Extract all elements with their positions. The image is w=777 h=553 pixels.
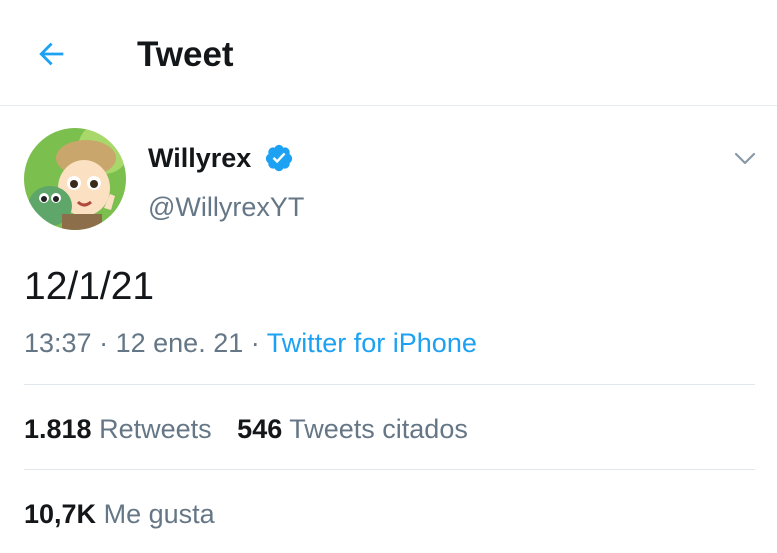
arrow-left-icon xyxy=(39,42,64,66)
likes-label: Me gusta xyxy=(103,499,215,529)
stats-row-shares: 1.818 Retweets 546 Tweets citados xyxy=(24,412,468,446)
verified-badge-icon xyxy=(264,143,294,173)
page-title: Tweet xyxy=(137,35,234,74)
author-display-name[interactable]: Willyrex xyxy=(148,141,251,175)
avatar[interactable] xyxy=(24,128,126,230)
retweets-label: Retweets xyxy=(99,414,212,444)
retweets-stat[interactable]: 1.818 Retweets xyxy=(24,414,212,444)
meta-separator: · xyxy=(99,328,109,358)
tweet-meta: 13:37 · 12 ene. 21 · Twitter for iPhone xyxy=(24,326,477,360)
tweet-menu-button[interactable] xyxy=(728,144,762,174)
tweet-source-link[interactable]: Twitter for iPhone xyxy=(267,328,477,358)
tweet-text: 12/1/21 xyxy=(24,265,155,308)
tweet-date: 12 ene. 21 xyxy=(115,328,244,358)
quotes-count: 546 xyxy=(237,414,283,444)
meta-separator: · xyxy=(250,328,260,358)
author-handle[interactable]: @WillyrexYT xyxy=(148,190,304,224)
back-button[interactable] xyxy=(30,32,74,76)
quote-tweets-stat[interactable]: 546 Tweets citados xyxy=(237,414,468,444)
likes-count: 10,7K xyxy=(24,499,97,529)
divider xyxy=(24,384,755,385)
tweet-time: 13:37 xyxy=(24,328,92,358)
chevron-down-icon xyxy=(734,152,756,165)
app-header: Tweet xyxy=(0,0,777,106)
quotes-label: Tweets citados xyxy=(289,414,468,444)
retweets-count: 1.818 xyxy=(24,414,92,444)
divider xyxy=(24,469,755,470)
stats-row-likes: 10,7K Me gusta xyxy=(24,497,215,531)
likes-stat[interactable]: 10,7K Me gusta xyxy=(24,499,215,529)
